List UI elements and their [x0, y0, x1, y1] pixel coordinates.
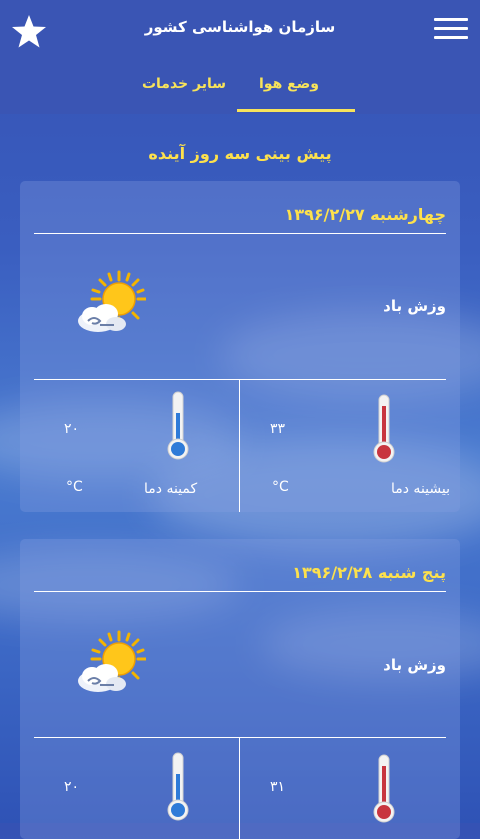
- divider: [34, 737, 446, 738]
- divider: [239, 737, 240, 839]
- hamburger-menu-icon[interactable]: [434, 18, 468, 42]
- weather-condition: وزش باد: [383, 656, 446, 674]
- thermometer-hot-icon: [372, 754, 396, 824]
- max-temperature-label: بیشینه دما: [390, 481, 450, 497]
- divider: [34, 591, 446, 592]
- forecast-date: چهارشنبه ۱۳۹۶/۲/۲۷: [284, 205, 446, 224]
- forecast-heading: پیش بینی سه روز آینده: [148, 144, 332, 163]
- divider: [34, 379, 446, 380]
- app-header: سازمان هواشناسی کشور: [0, 0, 480, 62]
- thermometer-cold-icon: [166, 752, 190, 822]
- temperature-unit: °C: [66, 479, 83, 495]
- forecast-card: پنج شنبه ۱۳۹۶/۲/۲۸ وزش باد ۳۱ ۲۰: [20, 539, 460, 839]
- sun-cloud-wind-icon: [76, 269, 148, 339]
- min-temperature-label: کمینه دما: [144, 481, 198, 497]
- active-tab-indicator: [237, 109, 355, 112]
- forecast-card: چهارشنبه ۱۳۹۶/۲/۲۷ وزش باد ۳۳ بیشینه دما…: [20, 181, 460, 512]
- tab-other-services[interactable]: سایر خدمات: [138, 76, 230, 92]
- tab-weather-status[interactable]: وضع هوا: [256, 76, 322, 92]
- temperature-unit: °C: [272, 479, 289, 495]
- thermometer-cold-icon: [166, 391, 190, 461]
- forecast-date: پنج شنبه ۱۳۹۶/۲/۲۸: [292, 563, 446, 582]
- divider: [34, 233, 446, 234]
- thermometer-hot-icon: [372, 394, 396, 464]
- max-temperature-value: ۳۳: [270, 421, 286, 437]
- tab-bar: وضع هوا سایر خدمات: [0, 62, 480, 114]
- sun-cloud-wind-icon: [76, 629, 148, 699]
- max-temperature-value: ۳۱: [270, 779, 286, 795]
- min-temperature-value: ۲۰: [64, 779, 80, 795]
- min-temperature-value: ۲۰: [64, 421, 80, 437]
- divider: [239, 379, 240, 512]
- app-title: سازمان هواشناسی کشور: [144, 18, 336, 36]
- weather-condition: وزش باد: [383, 297, 446, 315]
